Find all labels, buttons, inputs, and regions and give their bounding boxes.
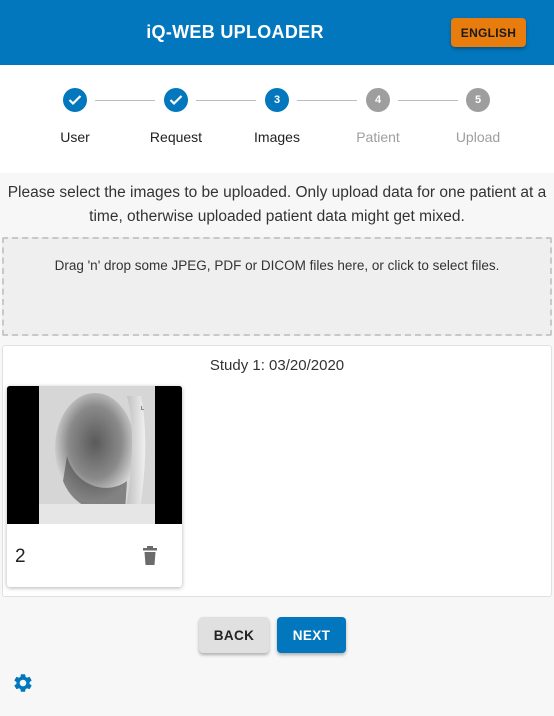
step-label: Patient xyxy=(356,129,400,145)
step-label: Upload xyxy=(455,129,501,145)
step-user: User xyxy=(25,88,125,145)
xray-thumbnail: L xyxy=(7,386,182,524)
study-panel: Study 1: 03/20/2020 L 2 xyxy=(2,345,552,597)
step-patient: 4 Patient xyxy=(328,88,428,145)
language-button[interactable]: ENGLISH xyxy=(451,18,526,47)
step-circle-completed xyxy=(164,88,188,112)
instructions-text: Please select the images to be uploaded.… xyxy=(7,184,547,225)
svg-text:L: L xyxy=(141,406,144,412)
study-title: Study 1: 03/20/2020 xyxy=(209,357,345,374)
step-circle-inactive: 5 xyxy=(466,88,490,112)
step-circle-active: 3 xyxy=(265,88,289,112)
step-request: Request xyxy=(126,88,226,145)
stepper: User Request 3 Images 4 Patient 5 Upload xyxy=(0,65,554,173)
app-title: iQ-WEB UPLOADER xyxy=(146,22,324,42)
next-button[interactable]: NEXT xyxy=(277,617,346,653)
image-count: 2 xyxy=(15,546,26,567)
dropzone-text: Drag 'n' drop some JPEG, PDF or DICOM fi… xyxy=(54,258,500,273)
step-circle-inactive: 4 xyxy=(366,88,390,112)
step-label: Request xyxy=(149,129,203,145)
app-bar: iQ-WEB UPLOADER ENGLISH xyxy=(0,0,554,65)
step-label: Images xyxy=(254,129,300,145)
step-label: User xyxy=(60,129,90,145)
step-upload: 5 Upload xyxy=(428,88,528,145)
delete-icon[interactable] xyxy=(140,545,160,567)
gear-icon[interactable] xyxy=(12,672,34,694)
image-card[interactable]: L 2 xyxy=(7,386,182,587)
back-button[interactable]: BACK xyxy=(199,617,269,653)
step-circle-completed xyxy=(63,88,87,112)
check-icon xyxy=(68,95,82,106)
file-dropzone[interactable]: Drag 'n' drop some JPEG, PDF or DICOM fi… xyxy=(2,237,552,336)
step-images: 3 Images xyxy=(227,88,327,145)
check-icon xyxy=(169,95,183,106)
